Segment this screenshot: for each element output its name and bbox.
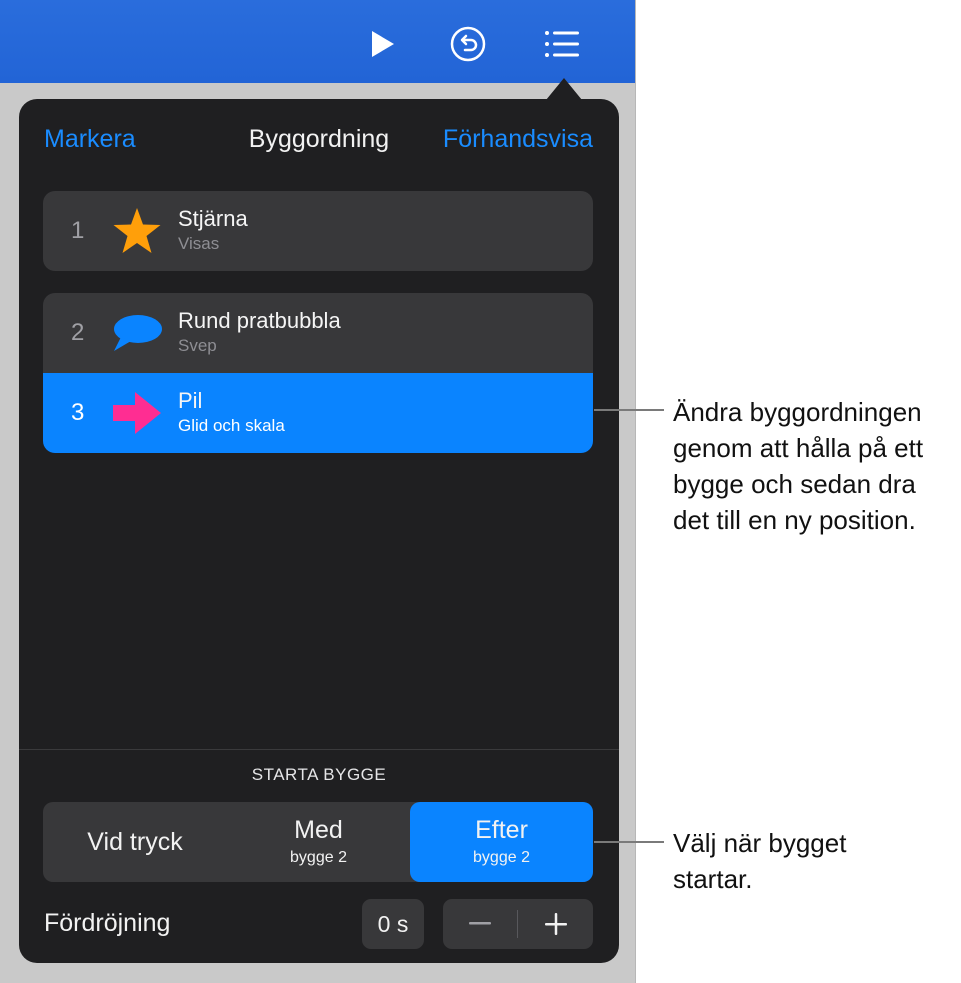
start-after-build-option[interactable]: Efter bygge 2 [410, 802, 593, 882]
build-object-name: Pil [178, 388, 203, 413]
select-button[interactable]: Markera [44, 125, 136, 154]
callout-leader-line [594, 841, 664, 843]
popover-arrow [546, 78, 582, 100]
callout-build-order: Ändra byggordningen genom att hålla på e… [673, 397, 924, 535]
toolbar [0, 0, 635, 83]
option-label: Med [294, 816, 343, 844]
ipad-screen: Byggordning Markera Förhandsvisa 1 Stjär… [0, 0, 636, 983]
start-build-segmented-control: Vid tryck Med bygge 2 Efter bygge 2 [43, 802, 593, 882]
increase-delay-button[interactable] [519, 899, 593, 949]
list-icon [545, 31, 579, 57]
delay-stepper [443, 899, 593, 949]
build-number: 3 [71, 399, 85, 426]
start-on-tap-option[interactable]: Vid tryck [43, 802, 227, 882]
speech-bubble-icon [111, 307, 163, 359]
build-effect-name: Visas [178, 234, 220, 253]
build-number: 2 [71, 319, 85, 346]
build-order-button[interactable] [540, 22, 584, 66]
callout-start-build: Välj när bygget startar. [673, 828, 847, 894]
build-effect-name: Glid och skala [178, 416, 285, 435]
popover-header: Byggordning Markera Förhandsvisa [19, 99, 619, 181]
delay-value-field[interactable]: 0 s [362, 899, 424, 949]
plus-icon [545, 913, 567, 935]
play-icon [372, 31, 394, 57]
build-order-popover: Byggordning Markera Förhandsvisa 1 Stjär… [19, 99, 619, 963]
build-list-item[interactable]: 2 Rund pratbubbla Svep [43, 293, 593, 373]
star-icon [111, 205, 163, 257]
minus-icon [469, 922, 491, 925]
undo-icon [450, 26, 486, 62]
preview-button[interactable]: Förhandsvisa [443, 125, 593, 154]
build-effect-name: Svep [178, 336, 217, 355]
stepper-separator [517, 910, 518, 938]
option-label: Vid tryck [87, 828, 183, 856]
arrow-icon [111, 387, 163, 439]
option-sublabel: bygge 2 [473, 849, 530, 866]
build-number: 1 [71, 217, 85, 244]
build-object-name: Rund pratbubbla [178, 308, 341, 333]
option-sublabel: bygge 2 [290, 849, 347, 866]
option-label: Efter [475, 816, 528, 844]
callout-leader-line [594, 409, 664, 411]
divider [19, 749, 619, 750]
start-build-heading: STARTA BYGGE [251, 765, 387, 784]
play-button[interactable] [360, 22, 404, 66]
delay-label: Fördröjning [44, 909, 171, 937]
start-with-build-option[interactable]: Med bygge 2 [227, 802, 410, 882]
undo-button[interactable] [446, 22, 490, 66]
build-object-name: Stjärna [178, 206, 248, 231]
decrease-delay-button[interactable] [443, 899, 517, 949]
build-list-item[interactable]: 1 Stjärna Visas [43, 191, 593, 271]
build-list-item-selected[interactable]: 3 Pil Glid och skala [43, 373, 593, 453]
